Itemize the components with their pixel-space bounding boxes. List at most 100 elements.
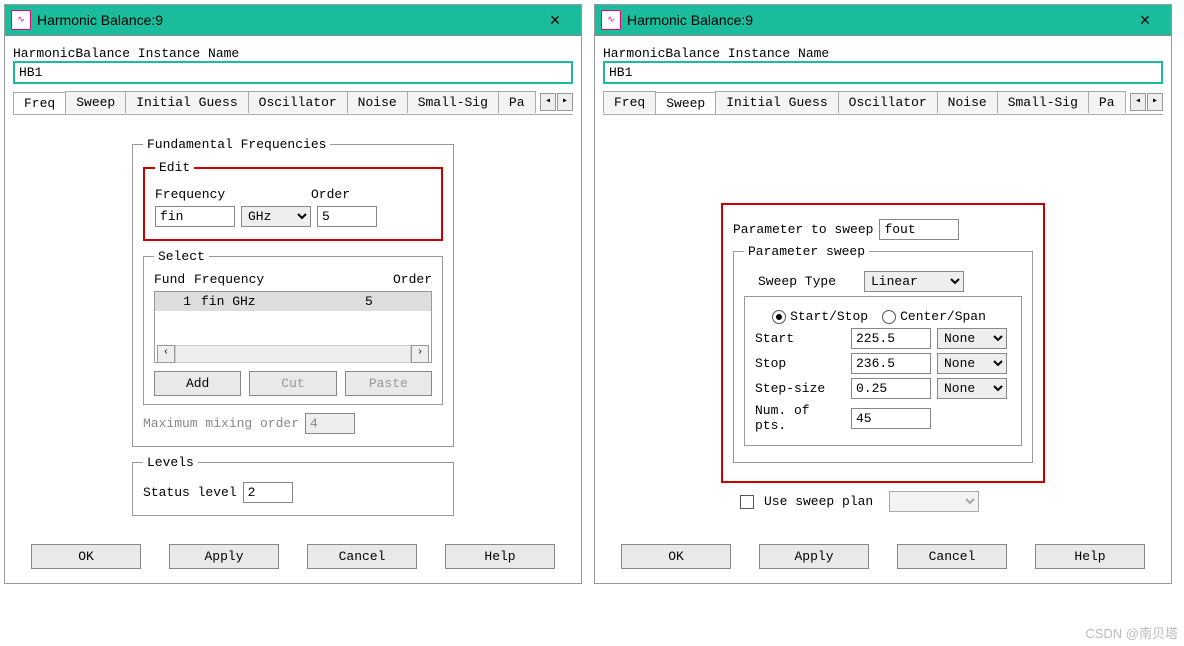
edit-group: Edit Frequency Order GHz [143,160,443,241]
cut-button[interactable]: Cut [249,371,336,396]
scroll-left-icon[interactable]: ‹ [157,345,175,363]
order-input[interactable] [317,206,377,227]
watermark: CSDN @南贝塔 [1085,623,1178,642]
titlebar[interactable]: ∿ Harmonic Balance:9 × [595,5,1171,36]
instance-label: HarmonicBalance Instance Name [13,46,573,61]
ok-button[interactable]: OK [31,544,141,569]
tab-freq[interactable]: Freq [13,92,66,114]
tab-scroll-right-icon[interactable]: ▸ [557,93,573,111]
cancel-button[interactable]: Cancel [897,544,1007,569]
levels-group: Levels Status level [132,455,454,516]
tab-oscillator[interactable]: Oscillator [838,91,938,113]
npts-input[interactable] [851,408,931,429]
levels-legend: Levels [143,455,198,470]
group-label: Fundamental Frequencies [143,137,330,152]
apply-button[interactable]: Apply [169,544,279,569]
tab-small-sig[interactable]: Small-Sig [407,91,499,113]
ok-button[interactable]: OK [621,544,731,569]
cancel-button[interactable]: Cancel [307,544,417,569]
start-label: Start [755,331,845,346]
frequency-label: Frequency [155,187,305,202]
help-button[interactable]: Help [1035,544,1145,569]
col-fund: Fund [154,272,194,287]
sweep-panel: Parameter to sweep Parameter sweep Sweep… [721,203,1045,483]
add-button[interactable]: Add [154,371,241,396]
frequency-input[interactable] [155,206,235,227]
range-group: Start/Stop Center/Span Start None Stop Non… [744,296,1022,446]
tab-scroll-left-icon[interactable]: ◂ [540,93,556,111]
app-icon: ∿ [11,10,31,30]
dialog-freq: ∿ Harmonic Balance:9 × HarmonicBalance I… [4,4,582,584]
tab-noise[interactable]: Noise [937,91,998,113]
cell-freq: fin GHz [201,294,365,309]
table-row[interactable]: 1 fin GHz 5 [155,292,431,311]
tab-oscillator[interactable]: Oscillator [248,91,348,113]
instance-name-input[interactable] [13,61,573,84]
frequency-unit-select[interactable]: GHz [241,206,311,227]
app-icon: ∿ [601,10,621,30]
start-input[interactable] [851,328,931,349]
start-unit-select[interactable]: None [937,328,1007,349]
tab-more[interactable]: Pa [498,91,536,113]
fundamental-frequencies-group: Fundamental Frequencies Edit Frequency O… [132,137,454,447]
param-sweep-legend: Parameter sweep [744,244,869,259]
tab-sweep[interactable]: Sweep [65,91,126,113]
select-legend: Select [154,249,209,264]
max-mixing-label: Maximum mixing order [143,416,299,431]
window-title: Harmonic Balance:9 [37,12,535,28]
tab-initial-guess[interactable]: Initial Guess [125,91,248,113]
help-button[interactable]: Help [445,544,555,569]
scroll-right-icon[interactable]: › [411,345,429,363]
tab-bar: Freq Sweep Initial Guess Oscillator Nois… [603,90,1163,115]
instance-name-input[interactable] [603,61,1163,84]
titlebar[interactable]: ∿ Harmonic Balance:9 × [5,5,581,36]
dialog-footer: OK Apply Cancel Help [5,534,581,583]
npts-label: Num. of pts. [755,403,845,433]
max-mixing-input [305,413,355,434]
radio-start-stop[interactable]: Start/Stop [772,309,868,324]
use-sweep-plan-checkbox[interactable] [740,495,754,509]
tab-scroll-right-icon[interactable]: ▸ [1147,93,1163,111]
scroll-track[interactable] [175,345,411,363]
step-input[interactable] [851,378,931,399]
radio-center-span[interactable]: Center/Span [882,309,986,324]
apply-button[interactable]: Apply [759,544,869,569]
order-label: Order [311,187,350,202]
cell-order: 5 [365,294,425,309]
step-label: Step-size [755,381,845,396]
tab-scroll-left-icon[interactable]: ◂ [1130,93,1146,111]
use-sweep-plan-label: Use sweep plan [764,494,873,509]
parameter-sweep-group: Parameter sweep Sweep Type Linear Start/… [733,244,1033,463]
tab-initial-guess[interactable]: Initial Guess [715,91,838,113]
sweep-type-label: Sweep Type [758,274,858,289]
tab-small-sig[interactable]: Small-Sig [997,91,1089,113]
close-icon[interactable]: × [1125,10,1165,31]
sweep-plan-select [889,491,979,512]
dialog-footer: OK Apply Cancel Help [595,534,1171,583]
col-order: Order [393,272,432,287]
window-title: Harmonic Balance:9 [627,12,1125,28]
tab-bar: Freq Sweep Initial Guess Oscillator Nois… [13,90,573,115]
status-level-input[interactable] [243,482,293,503]
tab-noise[interactable]: Noise [347,91,408,113]
select-group: Select Fund Frequency Order 1 fin GHz 5 [143,249,443,405]
param-to-sweep-label: Parameter to sweep [733,222,873,237]
close-icon[interactable]: × [535,10,575,31]
param-to-sweep-input[interactable] [879,219,959,240]
stop-unit-select[interactable]: None [937,353,1007,374]
tab-sweep[interactable]: Sweep [655,92,716,114]
sweep-type-select[interactable]: Linear [864,271,964,292]
tab-more[interactable]: Pa [1088,91,1126,113]
cell-index: 1 [161,294,201,309]
step-unit-select[interactable]: None [937,378,1007,399]
instance-label: HarmonicBalance Instance Name [603,46,1163,61]
dialog-sweep: ∿ Harmonic Balance:9 × HarmonicBalance I… [594,4,1172,584]
tab-freq[interactable]: Freq [603,91,656,113]
stop-input[interactable] [851,353,931,374]
paste-button[interactable]: Paste [345,371,432,396]
edit-legend: Edit [155,160,194,175]
frequency-table[interactable]: 1 fin GHz 5 ‹ › [154,291,432,363]
status-level-label: Status level [143,485,237,500]
h-scrollbar[interactable]: ‹ › [157,346,429,362]
stop-label: Stop [755,356,845,371]
